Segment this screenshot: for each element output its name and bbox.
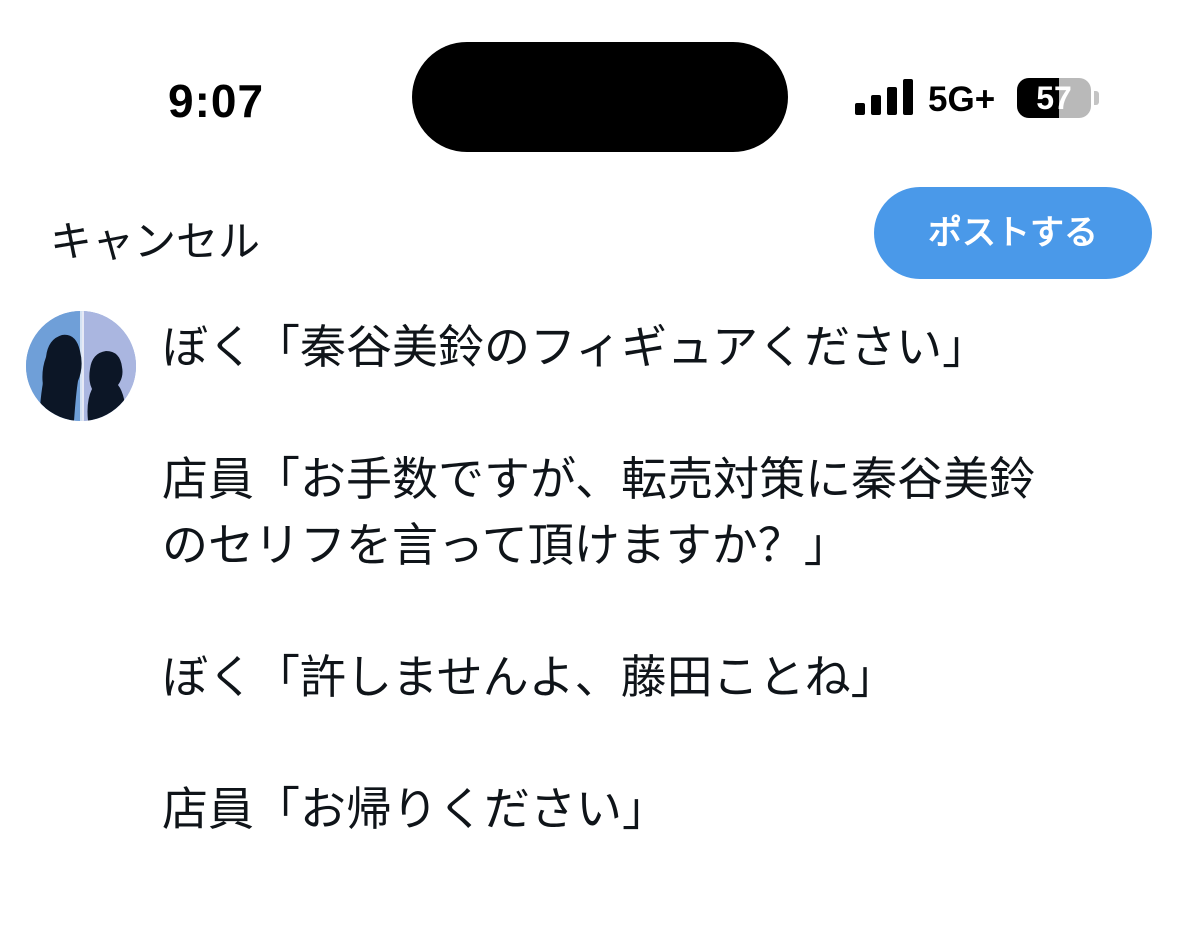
signal-bar xyxy=(871,95,881,115)
post-line: 店員「お帰りください」 xyxy=(162,782,668,836)
post-line: ぼく「秦谷美鈴のフィギュアください」 xyxy=(162,320,989,374)
battery-icon: 57 xyxy=(1017,78,1091,118)
compose-screen: 9:07 5G+ 57 キャンセル ポストする ぼく「秦谷美鈴のフィギュアくださ… xyxy=(0,0,1200,937)
signal-icon xyxy=(855,79,913,115)
battery-percentage: 57 xyxy=(1036,80,1072,116)
post-line: ぼく「許しませんよ、藤田ことね」 xyxy=(162,650,897,704)
post-button[interactable]: ポストする xyxy=(874,187,1152,279)
post-line: のセリフを言って頂けますか？」 xyxy=(162,518,850,572)
post-line: 店員「お手数ですが、転売対策に秦谷美鈴 xyxy=(162,452,1036,506)
signal-bar xyxy=(887,87,897,115)
battery-tip xyxy=(1094,91,1099,105)
post-text[interactable]: ぼく「秦谷美鈴のフィギュアください」 店員「お手数ですが、転売対策に秦谷美鈴 の… xyxy=(162,314,1172,842)
signal-bar xyxy=(903,79,913,115)
cancel-button[interactable]: キャンセル xyxy=(50,208,260,269)
user-avatar[interactable] xyxy=(26,311,136,421)
network-type: 5G+ xyxy=(928,80,996,119)
dynamic-island xyxy=(412,42,788,152)
signal-bar xyxy=(855,103,865,115)
two-silhouettes-avatar-icon xyxy=(26,311,136,421)
status-time: 9:07 xyxy=(168,75,265,127)
